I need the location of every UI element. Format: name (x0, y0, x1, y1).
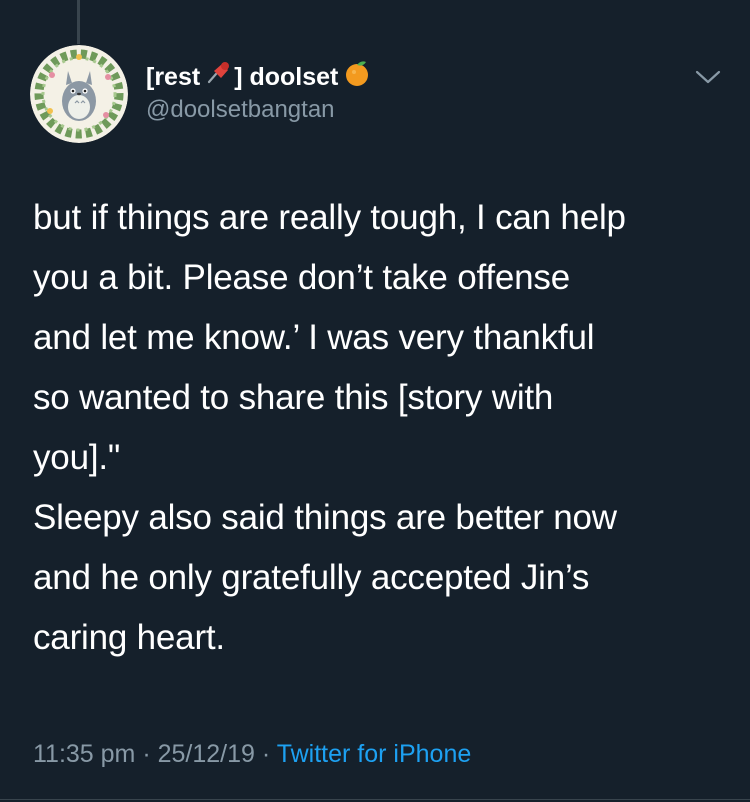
tweet-line: Sleepy also said things are better now (33, 498, 617, 537)
tangerine-icon (342, 58, 372, 96)
author-handle[interactable]: @doolsetbangtan (146, 95, 335, 125)
tweet-body: but if things are really tough, I can he… (33, 188, 723, 668)
author-name-prefix: [rest (146, 63, 201, 91)
divider (0, 799, 750, 800)
author-name-suffix: ] doolset (234, 63, 339, 91)
avatar[interactable] (30, 45, 128, 143)
tweet-line: so wanted to share this [story with (33, 378, 554, 417)
tweet-line: caring heart. (33, 618, 225, 657)
meta-separator: · (261, 740, 271, 768)
chevron-down-icon[interactable] (693, 66, 723, 88)
tweet-line: and let me know.’ I was very thankful (33, 318, 595, 357)
tweet-date[interactable]: 25/12/19 (158, 740, 255, 768)
tweet-line: you]." (33, 438, 121, 477)
pushpin-icon (202, 58, 232, 96)
tweet-line: and he only gratefully accepted Jin’s (33, 558, 590, 597)
author-display-name[interactable]: [rest ] doolset (146, 58, 372, 96)
tweet-metadata: 11:35 pm · 25/12/19 · Twitter for iPhone (33, 737, 471, 771)
thread-connector-line (77, 0, 80, 44)
meta-separator: · (142, 740, 151, 768)
tweet-line: but if things are really tough, I can he… (33, 198, 626, 237)
totoro-avatar-icon (30, 45, 128, 143)
tweet-time[interactable]: 11:35 pm (33, 740, 135, 768)
tweet-source-link[interactable]: Twitter for iPhone (277, 740, 472, 768)
tweet-line: you a bit. Please don’t take offense (33, 258, 570, 297)
